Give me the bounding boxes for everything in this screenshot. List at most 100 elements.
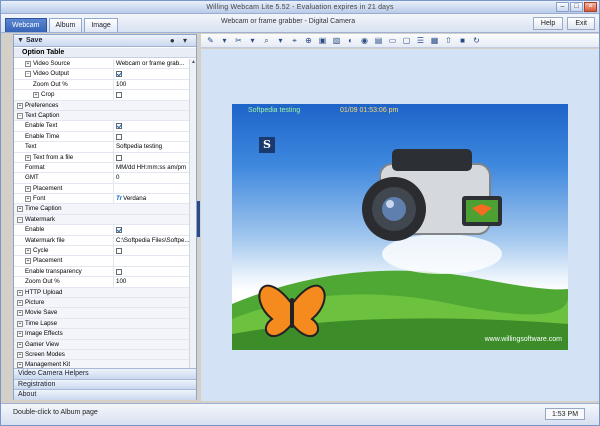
option-checkbox[interactable]	[116, 71, 122, 78]
collapse-icon[interactable]: −	[17, 216, 23, 223]
photo-icon[interactable]: ▨	[330, 35, 343, 46]
expand-icon[interactable]: +	[25, 185, 31, 192]
option-value-cell[interactable]: 100	[113, 277, 189, 288]
edit-icon[interactable]: ✎	[204, 35, 217, 46]
image-icon[interactable]: ▣	[316, 35, 329, 46]
option-row[interactable]: + Screen Modes	[14, 349, 189, 361]
save-section-header[interactable]: ▼ Save ● ▾	[14, 35, 196, 47]
upload-icon[interactable]: ⇧	[442, 35, 455, 46]
option-row[interactable]: Enable	[14, 225, 189, 236]
section-registration[interactable]: Registration	[14, 378, 196, 389]
option-value-cell[interactable]	[113, 256, 189, 267]
expand-icon[interactable]: +	[17, 341, 23, 348]
add-icon[interactable]: ⊕	[302, 35, 315, 46]
minimize-button[interactable]: –	[556, 2, 569, 12]
tab-album[interactable]: Album	[48, 18, 83, 32]
option-row[interactable]: + Font TrVerdana	[14, 194, 189, 205]
option-row[interactable]: Zoom Out % 100	[14, 79, 189, 91]
dropdown-icon[interactable]: ▾	[274, 35, 287, 46]
expand-icon[interactable]: +	[33, 92, 39, 99]
option-row[interactable]: + Time Lapse	[14, 318, 189, 330]
option-row[interactable]: Text Softpedia testing	[14, 142, 189, 153]
option-checkbox[interactable]	[116, 123, 122, 130]
option-value-cell[interactable]	[113, 246, 189, 257]
option-value-cell[interactable]	[113, 183, 189, 194]
option-row[interactable]: + Time Caption	[14, 204, 189, 215]
option-value-cell[interactable]	[113, 121, 189, 132]
option-value-cell[interactable]: Softpedia testing	[113, 142, 189, 153]
section-video-camera-helpers[interactable]: Video Camera Helpers	[14, 368, 196, 379]
tab-image[interactable]: Image	[84, 18, 118, 32]
option-row[interactable]: + Cycle	[14, 246, 189, 257]
scroll-up-icon[interactable]: ▲	[190, 59, 197, 65]
option-row[interactable]: + Placement	[14, 256, 189, 267]
option-value-cell[interactable]	[113, 152, 189, 163]
option-value-cell[interactable]: MM/dd HH:mm:ss am/pm	[113, 162, 189, 173]
expand-icon[interactable]: +	[25, 248, 31, 255]
option-value-cell[interactable]	[113, 69, 189, 80]
dropdown-icon[interactable]: ▾	[246, 35, 259, 46]
screen-icon[interactable]: ▢	[400, 35, 413, 46]
option-checkbox[interactable]	[116, 227, 122, 234]
expand-icon[interactable]: +	[17, 331, 23, 338]
option-checkbox[interactable]	[116, 248, 122, 255]
panel-splitter[interactable]	[197, 201, 200, 237]
option-row[interactable]: Enable Text	[14, 121, 189, 132]
option-row[interactable]: Watermark file C:\Softpedia Files\Softpe.…	[14, 235, 189, 247]
option-value-cell[interactable]	[113, 266, 189, 277]
help-button[interactable]: Help	[532, 17, 564, 30]
expand-icon[interactable]: +	[25, 196, 31, 203]
option-value-cell[interactable]: 0	[113, 173, 189, 184]
option-row[interactable]: − Text Caption	[14, 110, 189, 122]
option-row[interactable]: − Watermark	[14, 214, 189, 226]
option-row[interactable]: + HTTP Upload	[14, 287, 189, 298]
option-row[interactable]: Format MM/dd HH:mm:ss am/pm	[14, 162, 189, 174]
zoom-icon[interactable]: ⌕	[260, 35, 273, 46]
option-checkbox[interactable]	[116, 92, 122, 99]
option-row[interactable]: Enable Time	[14, 131, 189, 143]
save-section-indicators[interactable]: ● ▾	[170, 36, 190, 45]
option-checkbox[interactable]	[116, 133, 122, 140]
option-table-scrollbar[interactable]: ▲ ▼	[189, 59, 196, 385]
section-about[interactable]: About	[14, 389, 196, 400]
record-icon[interactable]: ◉	[358, 35, 371, 46]
option-checkbox[interactable]	[116, 268, 122, 275]
option-value-cell[interactable]: 100	[113, 79, 189, 90]
expand-icon[interactable]: +	[25, 258, 31, 265]
maximize-button[interactable]: □	[570, 2, 583, 12]
option-row[interactable]: GMT 0	[14, 173, 189, 184]
option-value-cell[interactable]: C:\Softpedia Files\Softpe...	[113, 235, 189, 246]
collapse-icon[interactable]: −	[25, 71, 31, 78]
dropdown-icon[interactable]: ▾	[218, 35, 231, 46]
monitor-icon[interactable]: ▭	[386, 35, 399, 46]
option-value-cell[interactable]	[113, 225, 189, 236]
option-row[interactable]: + Picture	[14, 297, 189, 309]
refresh-icon[interactable]: ↻	[470, 35, 483, 46]
option-value-cell[interactable]: TrVerdana	[113, 194, 189, 205]
tab-webcam[interactable]: Webcam	[5, 18, 47, 32]
camera-icon[interactable]: ▤	[372, 35, 385, 46]
option-row[interactable]: + Preferences	[14, 100, 189, 111]
expand-icon[interactable]: +	[17, 310, 23, 317]
option-checkbox[interactable]	[116, 154, 122, 161]
expand-icon[interactable]: +	[25, 61, 31, 67]
expand-icon[interactable]: +	[25, 154, 31, 161]
image-folder-icon[interactable]: ▦	[428, 35, 441, 46]
option-value-cell[interactable]	[113, 131, 189, 142]
expand-icon[interactable]: +	[17, 102, 23, 109]
option-row[interactable]: + Placement	[14, 183, 189, 195]
collapse-icon[interactable]: −	[17, 112, 23, 119]
option-row[interactable]: + Movie Save	[14, 308, 189, 319]
option-row[interactable]: + Gamer View	[14, 339, 189, 350]
option-row[interactable]: + Text from a file	[14, 152, 189, 163]
close-button[interactable]: ×	[584, 2, 597, 12]
option-row[interactable]: Enable transparency	[14, 266, 189, 278]
expand-icon[interactable]: +	[17, 351, 23, 358]
option-value-cell[interactable]: Webcam or frame grab...	[113, 59, 189, 69]
save-icon[interactable]: ■	[456, 35, 469, 46]
option-row[interactable]: + Crop	[14, 90, 189, 101]
option-row[interactable]: + Video Source Webcam or frame grab...	[14, 59, 189, 70]
expand-icon[interactable]: +	[17, 206, 23, 213]
option-row[interactable]: − Video Output	[14, 69, 189, 80]
crop-tool-icon[interactable]: ✂	[232, 35, 245, 46]
